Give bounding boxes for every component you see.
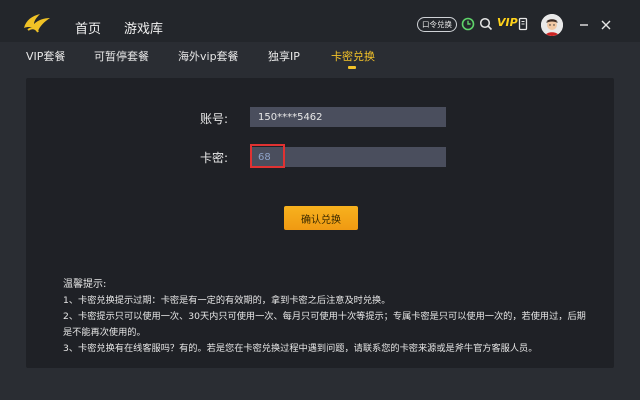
nav-game-library[interactable]: 游戏库	[124, 18, 163, 37]
tips-title: 温馨提示:	[63, 279, 107, 290]
input-highlight-box	[250, 144, 285, 168]
timer-icon[interactable]	[461, 17, 475, 31]
search-icon[interactable]	[479, 17, 493, 31]
tab-overseas-vip-package[interactable]: 海外vip套餐	[178, 48, 239, 64]
account-label: 账号:	[200, 112, 229, 126]
vip-badge[interactable]: VIP	[497, 16, 518, 29]
tab-exclusive-ip[interactable]: 独享IP	[268, 48, 300, 64]
title-bar: 首页 游戏库 口令兑换 VIP	[0, 0, 640, 42]
kouling-redeem-button[interactable]: 口令兑换	[417, 17, 457, 32]
close-icon[interactable]	[600, 19, 612, 31]
active-tab-indicator	[348, 66, 356, 69]
tab-vip-package[interactable]: VIP套餐	[26, 48, 65, 64]
tab-card-redeem[interactable]: 卡密兑换	[331, 48, 375, 64]
card-code-label: 卡密:	[200, 151, 229, 165]
tip-line-2: 2、卡密提示只可以使用一次、30天内只可使用一次、每月只可使用十次等提示；专属卡…	[63, 311, 586, 338]
user-avatar[interactable]	[541, 14, 563, 36]
app-logo-icon	[24, 14, 50, 33]
tip-line-1: 1、卡密兑换提示过期：卡密是有一定的有效期的，拿到卡密之后注意及时兑换。	[63, 295, 391, 306]
phone-icon[interactable]	[516, 17, 530, 31]
tip-line-3: 3、卡密兑换有在线客服吗？有的。若是您在卡密兑换过程中遇到问题，请联系您的卡密来…	[63, 343, 538, 354]
minimize-icon[interactable]	[578, 19, 590, 31]
confirm-redeem-button[interactable]: 确认兑换	[284, 206, 358, 230]
account-field[interactable]	[250, 107, 446, 127]
nav-home[interactable]: 首页	[75, 18, 101, 37]
tab-pausable-package[interactable]: 可暂停套餐	[94, 48, 149, 64]
tab-bar: VIP套餐 可暂停套餐 海外vip套餐 独享IP 卡密兑换	[0, 42, 640, 70]
